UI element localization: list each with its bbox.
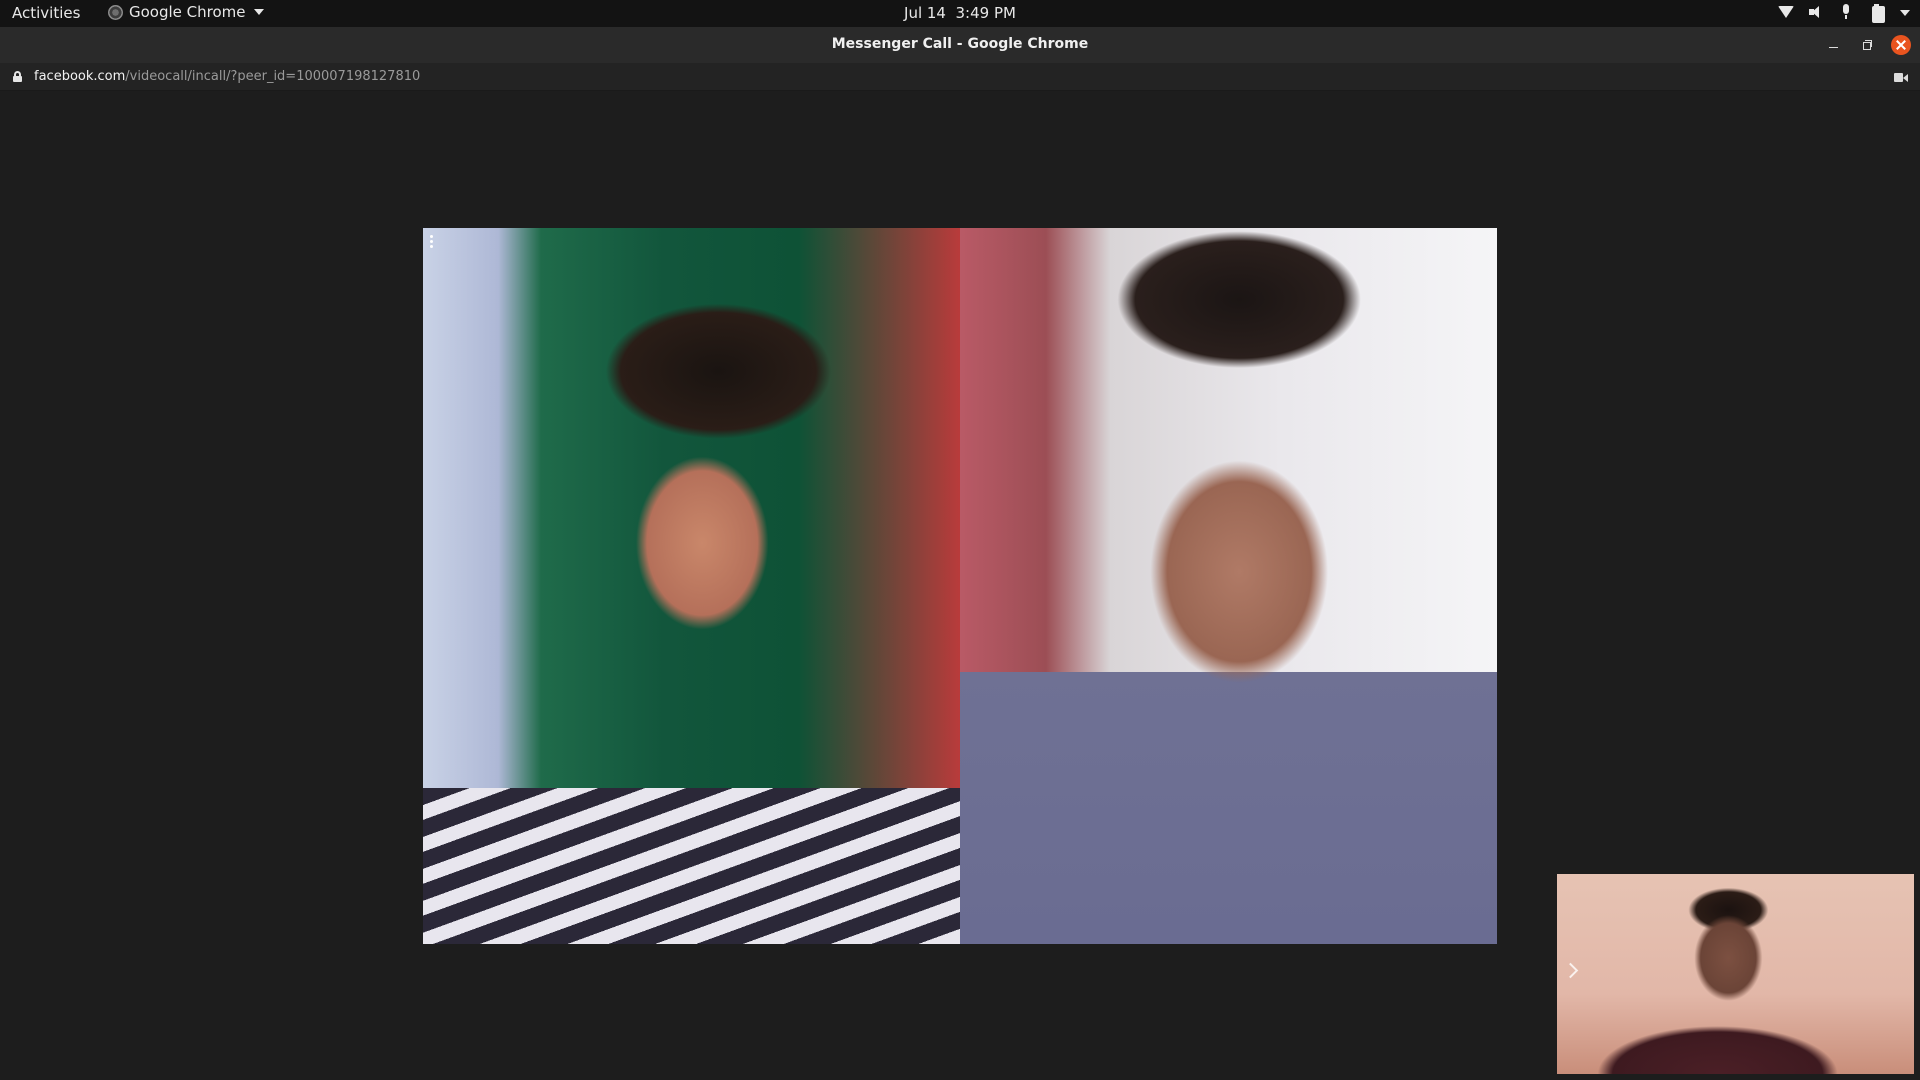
- close-button[interactable]: [1891, 35, 1911, 55]
- remote-video-right[interactable]: [960, 228, 1497, 944]
- camera-in-use-icon[interactable]: [1894, 73, 1908, 82]
- chevron-down-icon[interactable]: [1900, 10, 1910, 16]
- minimize-button[interactable]: [1824, 35, 1844, 55]
- chevron-down-icon: [253, 9, 264, 15]
- system-tray[interactable]: [1778, 4, 1910, 23]
- address-bar[interactable]: facebook.com/videocall/incall/?peer_id=1…: [0, 63, 1920, 91]
- clock-date: Jul 14: [904, 4, 946, 22]
- wifi-icon: [1778, 4, 1794, 20]
- call-stage: [0, 92, 1920, 1080]
- chevron-right-icon[interactable]: [1565, 960, 1575, 982]
- microphone-icon: [1838, 4, 1854, 20]
- lock-icon[interactable]: [13, 71, 22, 82]
- options-icon[interactable]: [430, 235, 434, 251]
- url-host: facebook.com: [34, 69, 126, 84]
- restore-button[interactable]: [1858, 35, 1878, 55]
- volume-icon: [1808, 4, 1824, 20]
- clock: Jul 14 3:49 PM: [0, 4, 1920, 22]
- clock-time: 3:49 PM: [955, 4, 1016, 22]
- self-view-video[interactable]: [1557, 874, 1914, 1074]
- window-titlebar[interactable]: Messenger Call - Google Chrome: [0, 27, 1920, 63]
- chrome-icon: [108, 4, 123, 20]
- app-menu-label: Google Chrome: [129, 3, 246, 21]
- url-path: /videocall/incall/?peer_id=1000071981278…: [125, 69, 421, 84]
- system-top-bar: Activities Google Chrome Jul 14 3:49 PM: [0, 0, 1920, 27]
- activities-button[interactable]: Activities: [12, 4, 80, 22]
- window-title: Messenger Call - Google Chrome: [831, 36, 1089, 52]
- url-text[interactable]: facebook.com/videocall/incall/?peer_id=1…: [34, 69, 420, 84]
- clock-button[interactable]: Jul 14 3:49 PM: [904, 4, 1016, 22]
- battery-icon: [1868, 4, 1885, 23]
- remote-video-left[interactable]: [423, 228, 960, 944]
- app-menu[interactable]: Google Chrome: [108, 3, 264, 21]
